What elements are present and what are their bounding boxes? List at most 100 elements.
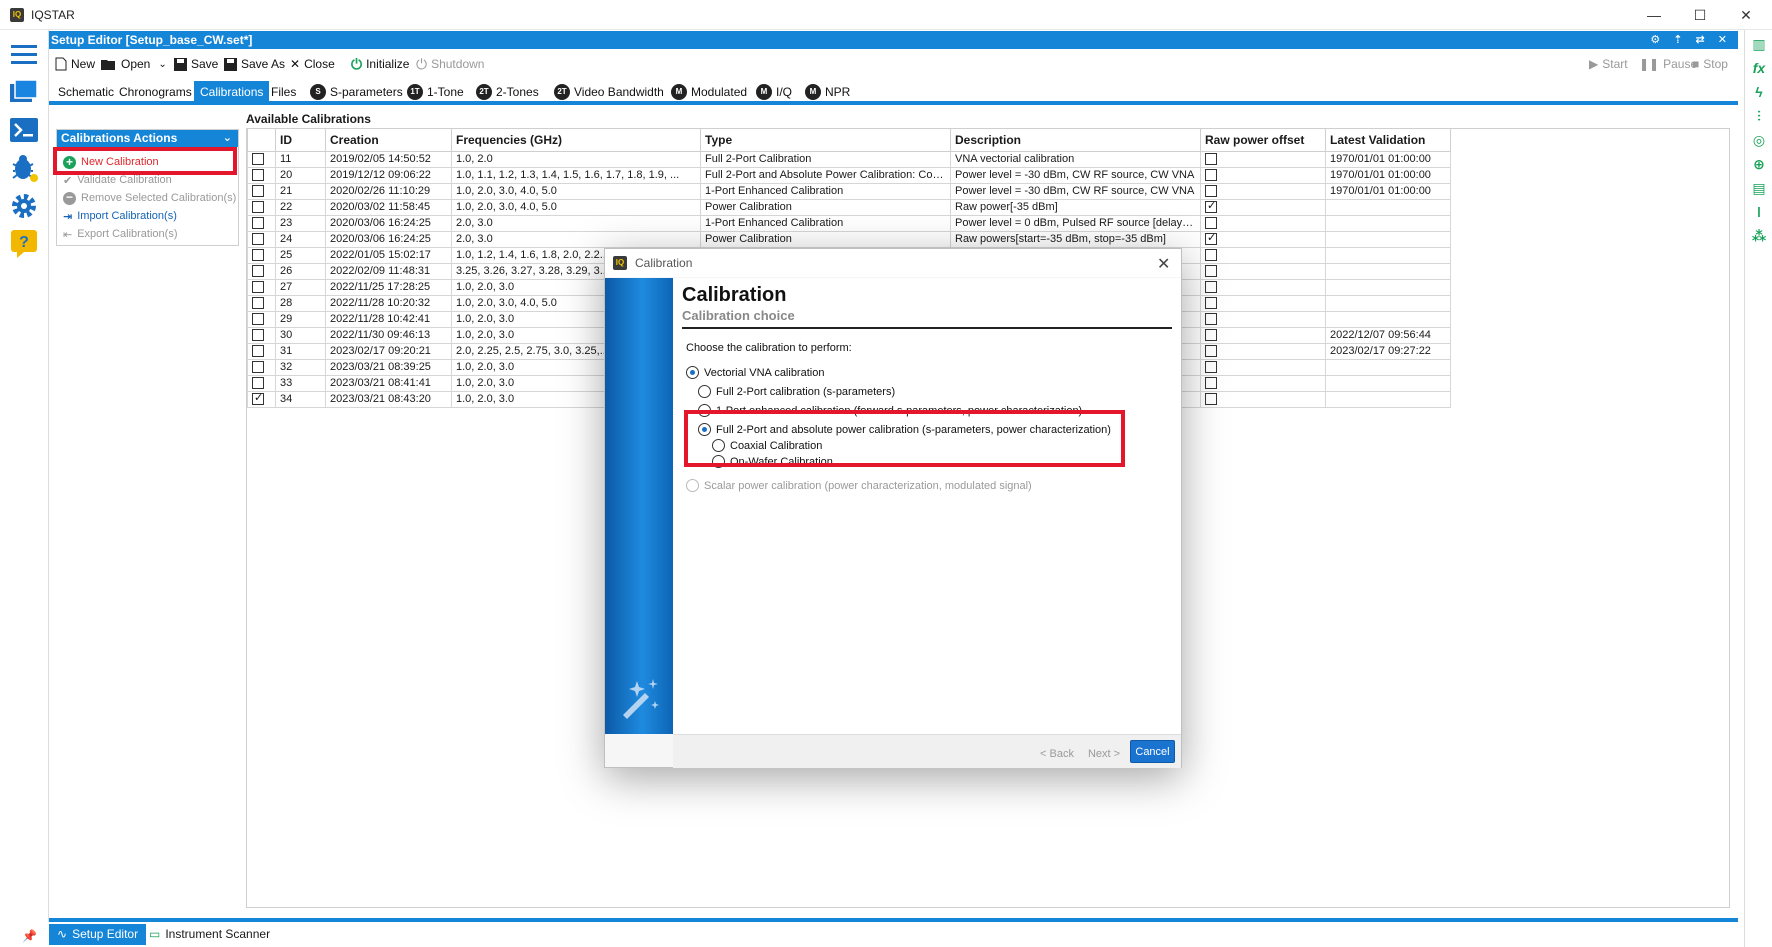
raw-power-offset-checkbox[interactable] [1205,265,1217,278]
column-header[interactable]: ID [275,129,326,152]
cell-raw-power-offset[interactable] [1200,278,1326,296]
raw-power-offset-checkbox[interactable] [1205,185,1217,198]
row-select-cell[interactable] [247,358,276,376]
raw-power-offset-checkbox[interactable] [1205,297,1217,310]
cancel-button[interactable]: Cancel [1130,740,1175,763]
row-select-checkbox[interactable] [252,281,264,294]
function-icon[interactable]: fx [1749,58,1769,78]
tab-video-bandwidth[interactable]: 2T Video Bandwidth [548,81,670,103]
table-row[interactable]: 22 2020/03/02 11:58:45 1.0, 2.0, 3.0, 4.0,… [247,198,1451,216]
chevron-down-icon[interactable]: ⌄ [158,59,166,70]
raw-power-offset-checkbox[interactable] [1205,232,1217,246]
row-select-checkbox[interactable] [252,169,264,182]
column-header[interactable]: Latest Validation [1325,129,1451,152]
dialog-close-icon[interactable]: ✕ [1157,254,1170,274]
close-button[interactable]: ✕ Close [290,55,335,73]
cell-raw-power-offset[interactable] [1200,358,1326,376]
next-button[interactable]: Next > [1084,743,1124,765]
target-icon[interactable]: ◎ [1749,130,1769,150]
row-select-checkbox[interactable] [252,201,264,214]
calculator-icon[interactable]: ▥ [1749,34,1769,54]
row-select-checkbox[interactable] [252,361,264,374]
row-select-checkbox[interactable] [252,377,264,390]
row-select-checkbox[interactable] [252,217,264,230]
cell-raw-power-offset[interactable] [1200,294,1326,312]
start-button[interactable]: ▶ Start [1589,55,1628,73]
row-select-cell[interactable] [247,230,276,248]
table-row[interactable]: 23 2020/03/06 16:24:25 2.0, 3.0 1-Port Enha… [247,214,1451,232]
row-select-checkbox[interactable] [252,392,264,406]
row-select-checkbox[interactable] [252,345,264,358]
signal-icon[interactable]: ⁂ [1749,226,1769,246]
raw-power-offset-checkbox[interactable] [1205,217,1217,230]
calibrations-actions-header[interactable]: Calibrations Actions ⌄ [57,130,238,147]
table-row[interactable]: 11 2019/02/05 14:50:52 1.0, 2.0 Full 2-Port… [247,150,1451,168]
back-button[interactable]: < Back [1037,743,1077,765]
row-select-cell[interactable] [247,342,276,360]
remove-calibration-action[interactable]: − Remove Selected Calibration(s) [63,190,236,206]
cell-raw-power-offset[interactable] [1200,166,1326,184]
table-row[interactable]: 21 2020/02/26 11:10:29 1.0, 2.0, 3.0, 4.0,… [247,182,1451,200]
save-button[interactable]: Save [174,55,218,73]
globe-icon[interactable]: ⊕ [1749,154,1769,174]
save-as-button[interactable]: Save As [224,55,285,73]
row-select-checkbox[interactable] [252,313,264,326]
row-select-checkbox[interactable] [252,153,264,166]
row-select-cell[interactable] [247,182,276,200]
cell-raw-power-offset[interactable] [1200,214,1326,232]
row-select-checkbox[interactable] [252,329,264,342]
tab-modulated[interactable]: M Modulated [665,81,753,103]
open-button[interactable]: Open ⌄ [101,55,167,73]
cell-raw-power-offset[interactable] [1200,150,1326,168]
close-window-button[interactable]: ✕ [1724,4,1768,26]
table-row[interactable]: 20 2019/12/12 09:06:22 1.0, 1.1, 1.2, 1.3,… [247,166,1451,184]
row-select-cell[interactable] [247,198,276,216]
settings-gear-icon[interactable] [8,190,40,222]
initialize-button[interactable]: ⏻ Initialize [351,55,409,73]
lightning-icon[interactable]: ϟ [1749,82,1769,102]
raw-power-offset-checkbox[interactable] [1205,377,1217,390]
column-header[interactable]: Creation [325,129,452,152]
help-icon[interactable]: ? [8,228,40,260]
raw-power-offset-checkbox[interactable] [1205,361,1217,374]
tab-s-parameters[interactable]: S S-parameters [304,81,409,103]
tab-chronograms[interactable]: Chronograms [113,81,198,103]
row-select-cell[interactable] [247,150,276,168]
raw-power-offset-checkbox[interactable] [1205,393,1217,406]
row-select-cell[interactable] [247,390,276,408]
radio-full-2-port[interactable]: Full 2-Port calibration (s-parameters) [698,385,895,398]
tab-schematic[interactable]: Schematic [52,81,120,103]
row-select-checkbox[interactable] [252,265,264,278]
row-select-checkbox[interactable] [252,249,264,262]
folders-icon[interactable] [8,76,40,108]
table-row[interactable]: 24 2020/03/06 16:24:25 2.0, 3.0 Power Calib… [247,230,1451,248]
tab-1-tone[interactable]: 1T 1-Tone [401,81,470,103]
cell-raw-power-offset[interactable] [1200,230,1326,248]
raw-power-offset-checkbox[interactable] [1205,345,1217,358]
row-select-cell[interactable] [247,262,276,280]
collapse-chevron-icon[interactable]: ⌄ [223,130,232,147]
raw-power-offset-checkbox[interactable] [1205,249,1217,262]
row-select-cell[interactable] [247,166,276,184]
row-select-checkbox[interactable] [252,297,264,310]
tab-instrument-scanner[interactable]: ▭ Instrument Scanner [141,924,278,945]
cell-raw-power-offset[interactable] [1200,246,1326,264]
radio-scalar-power[interactable]: Scalar power calibration (power characte… [686,479,1032,492]
cell-raw-power-offset[interactable] [1200,198,1326,216]
cell-raw-power-offset[interactable] [1200,310,1326,328]
export-calibration-action[interactable]: ⇤ Export Calibration(s) [63,226,177,242]
cell-raw-power-offset[interactable] [1200,326,1326,344]
minimize-button[interactable]: — [1632,4,1676,26]
raw-power-offset-checkbox[interactable] [1205,200,1217,214]
tab-2-tones[interactable]: 2T 2-Tones [470,81,545,103]
stop-button[interactable]: ■ Stop [1692,55,1728,73]
tab-iq[interactable]: M I/Q [750,81,798,103]
cell-raw-power-offset[interactable] [1200,374,1326,392]
editor-window-controls[interactable]: ⚙ ⇡ ⇄ ✕ [1650,31,1732,49]
tab-files[interactable]: Files [265,81,302,103]
row-select-cell[interactable] [247,326,276,344]
raw-power-offset-checkbox[interactable] [1205,329,1217,342]
row-select-cell[interactable] [247,374,276,392]
row-select-cell[interactable] [247,294,276,312]
new-button[interactable]: New [55,55,95,73]
